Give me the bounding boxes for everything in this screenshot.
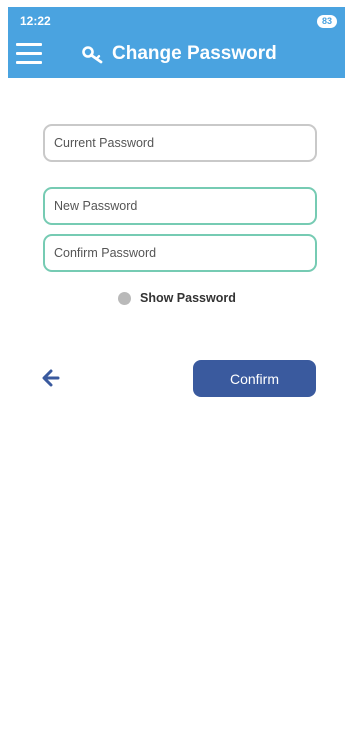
current-password-field <box>43 124 317 162</box>
confirm-button[interactable]: Confirm <box>193 360 316 397</box>
hamburger-menu-icon[interactable] <box>16 43 42 65</box>
show-password-label: Show Password <box>140 291 236 305</box>
show-password-radio[interactable] <box>118 291 131 305</box>
show-password-toggle[interactable]: Show Password <box>118 290 236 306</box>
status-time: 12:22 <box>20 14 51 28</box>
battery-indicator: 83 <box>317 15 337 28</box>
page-title: Change Password <box>112 43 277 64</box>
new-password-input[interactable] <box>45 189 304 223</box>
new-password-field <box>43 187 317 225</box>
app-header: 12:22 83 Change Password <box>8 7 345 78</box>
current-password-input[interactable] <box>45 126 304 160</box>
confirm-password-field <box>43 234 317 272</box>
arrow-left-icon[interactable] <box>41 368 61 388</box>
confirm-password-input[interactable] <box>45 236 304 270</box>
key-icon <box>82 46 103 64</box>
